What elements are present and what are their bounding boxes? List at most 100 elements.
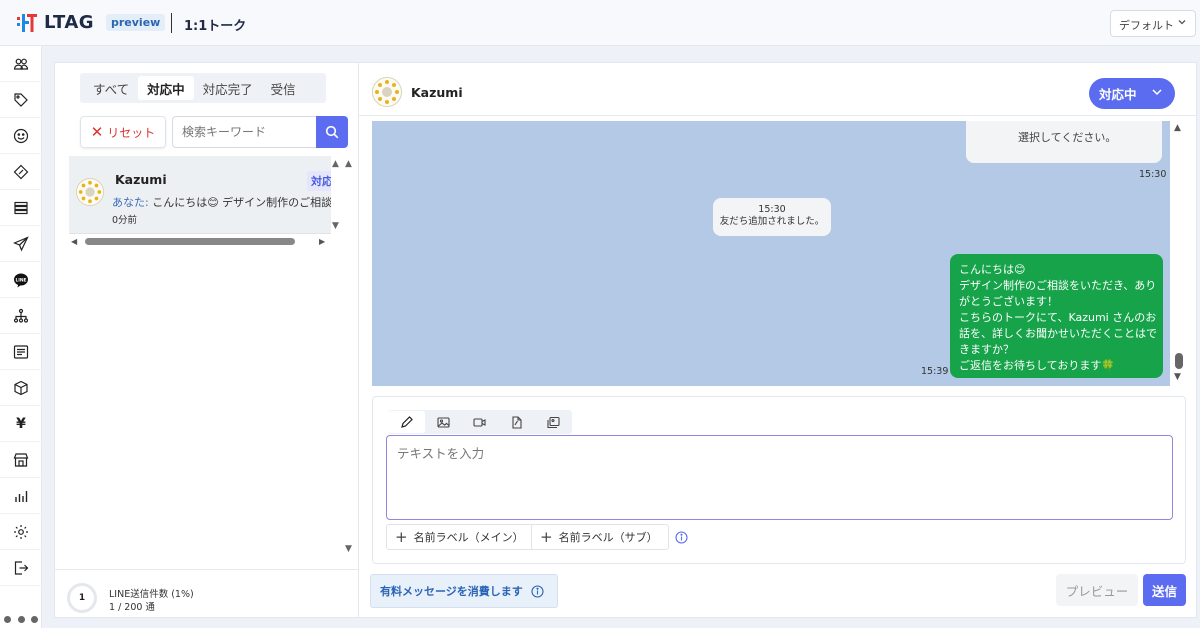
preview-sender: あなた: — [112, 196, 149, 209]
chat-scrollbar[interactable]: ▲ ▼ — [1173, 121, 1185, 386]
text-mode-button[interactable] — [388, 411, 425, 433]
chat-contact-name: Kazumi — [411, 85, 463, 100]
message-time: 15:39 — [921, 366, 949, 377]
message-line: こちらのトークにて、Kazumi さんのお — [959, 311, 1157, 324]
reset-button[interactable]: ✕ リセット — [80, 116, 166, 148]
scroll-left-icon[interactable]: ◀ — [71, 237, 77, 246]
add-sub-label-button[interactable]: + 名前ラベル（サブ） — [531, 524, 669, 550]
bar-chart-icon — [15, 490, 28, 502]
preview-button[interactable]: プレビュー — [1056, 574, 1138, 606]
video-icon — [473, 417, 487, 427]
sidebar-item-logout[interactable] — [0, 550, 42, 586]
users-icon — [13, 58, 29, 70]
sidebar: LINE ¥ — [0, 46, 42, 628]
list-icon — [14, 201, 28, 214]
tab-completed[interactable]: 対応完了 — [194, 76, 262, 100]
scroll-up-icon[interactable]: ▲ — [345, 159, 352, 169]
message-textarea[interactable] — [386, 435, 1173, 520]
search-input[interactable] — [172, 116, 317, 148]
sidebar-item-yen[interactable]: ¥ — [0, 406, 42, 442]
conversation-name: Kazumi — [115, 172, 167, 187]
store-icon — [13, 452, 29, 467]
scrollbar-thumb[interactable] — [85, 238, 295, 245]
preview-text: こんにちは😊 デザイン制作のご相談を — [148, 196, 331, 209]
send-button[interactable]: 送信 — [1143, 574, 1186, 606]
message-line: きますか？ — [959, 343, 1014, 356]
plus-icon: + — [395, 528, 408, 546]
pdf-icon — [512, 415, 522, 429]
tag-icon — [14, 92, 28, 107]
tab-received[interactable]: 受信 — [262, 76, 305, 100]
sidebar-item-ticket[interactable] — [0, 154, 42, 190]
quota-ring: 1 — [67, 583, 97, 613]
avatar — [76, 178, 104, 206]
ticket-icon — [13, 164, 29, 179]
system-message-text: 友だち追加されました。 — [719, 216, 825, 227]
conversation-preview: あなた: こんにちは😊 デザイン制作のご相談を — [112, 194, 331, 210]
gallery-icon — [547, 416, 560, 428]
sidebar-item-send[interactable] — [0, 226, 42, 262]
scrollbar-thumb[interactable] — [1175, 353, 1183, 369]
add-main-label-button[interactable]: + 名前ラベル（メイン） — [386, 524, 535, 550]
chevron-down-icon — [1178, 20, 1186, 25]
avatar — [372, 77, 402, 107]
sidebar-item-settings[interactable] — [0, 514, 42, 550]
message-line: デザイン制作のご相談をいただき、あり — [959, 279, 1157, 292]
plus-icon: + — [540, 528, 553, 546]
sidebar-item-sitemap[interactable] — [0, 298, 42, 334]
page-title: 1:1トーク — [184, 19, 247, 34]
sidebar-item-list[interactable] — [0, 190, 42, 226]
message-line: こんにちは😊 — [959, 263, 1026, 276]
sitemap-icon — [13, 308, 29, 323]
chat-messages: 選択してください。 15:30 15:30 友だち追加されました。 こんにちは😊… — [372, 121, 1170, 386]
scroll-down-icon[interactable]: ▼ — [332, 221, 339, 231]
sidebar-item-emoji[interactable] — [0, 118, 42, 154]
search-button[interactable] — [316, 116, 348, 148]
scroll-right-icon[interactable]: ▶ — [319, 237, 325, 246]
sidebar-more-dots[interactable] — [4, 614, 38, 624]
message-composer: + 名前ラベル（メイン） + 名前ラベル（サブ） — [372, 396, 1186, 564]
gallery-button[interactable] — [535, 411, 572, 433]
smile-icon — [13, 128, 29, 143]
logo-text: LTAG — [44, 12, 95, 33]
chevron-down-icon — [1152, 89, 1162, 96]
flower-avatar-icon — [373, 78, 401, 106]
sidebar-item-box[interactable] — [0, 370, 42, 406]
scroll-down-icon[interactable]: ▼ — [1174, 372, 1181, 382]
sent-message-bubble: こんにちは😊 デザイン制作のご相談をいただき、あり がとうございます！ こちらの… — [950, 254, 1163, 378]
quota-label: LINE送信件数 (1%) — [109, 589, 194, 600]
status-label: 対応中 — [1099, 87, 1137, 102]
default-select[interactable]: デフォルト — [1110, 10, 1196, 37]
horizontal-scrollbar[interactable]: ◀ ▶ — [71, 237, 327, 246]
message-bubble: 選択してください。 — [966, 121, 1162, 163]
conversation-item[interactable]: Kazumi 対応 あなた: こんにちは😊 デザイン制作のご相談を 0分前 — [69, 156, 331, 234]
scroll-up-icon[interactable]: ▲ — [332, 159, 339, 169]
sidebar-item-messages[interactable] — [0, 334, 42, 370]
flower-avatar-icon — [77, 179, 103, 205]
info-icon[interactable] — [675, 531, 688, 544]
tab-in-progress[interactable]: 対応中 — [138, 76, 194, 100]
paid-message-notice[interactable]: 有料メッセージを消費します — [370, 574, 558, 608]
video-button[interactable] — [462, 411, 499, 433]
search-icon — [325, 125, 339, 139]
close-icon: ✕ — [90, 123, 104, 141]
image-icon — [437, 416, 450, 428]
quota-count: 1 / 200 通 — [109, 602, 155, 613]
sidebar-item-analytics[interactable] — [0, 478, 42, 514]
tab-all[interactable]: すべて — [84, 76, 138, 100]
sidebar-item-store[interactable] — [0, 442, 42, 478]
paid-message-text: 有料メッセージを消費します — [380, 585, 523, 598]
divider — [171, 13, 172, 33]
default-select-label: デフォルト — [1119, 19, 1174, 32]
pdf-button[interactable] — [498, 411, 535, 433]
image-button[interactable] — [425, 411, 462, 433]
sidebar-item-line[interactable]: LINE — [0, 262, 42, 298]
message-icon — [13, 344, 29, 359]
sidebar-item-users[interactable] — [0, 46, 42, 82]
status-dropdown-button[interactable]: 対応中 — [1089, 78, 1175, 109]
sub-label-text: 名前ラベル（サブ） — [558, 531, 658, 544]
scroll-down-icon[interactable]: ▼ — [345, 544, 352, 554]
sidebar-item-tags[interactable] — [0, 82, 42, 118]
message-line: 話を、詳しくお聞かせいただくことはで — [959, 327, 1157, 340]
scroll-up-icon[interactable]: ▲ — [1174, 123, 1181, 133]
